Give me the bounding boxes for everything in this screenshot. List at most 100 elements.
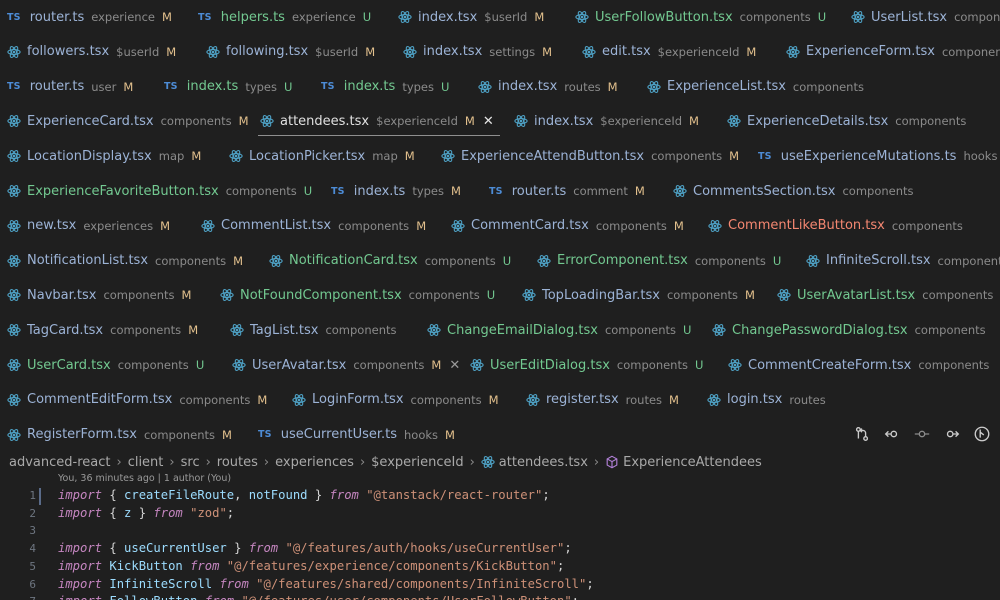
tab-followers-tsx-userid[interactable]: followers.tsx $userId M bbox=[7, 35, 176, 69]
line-number: 6 bbox=[29, 577, 36, 591]
git-status-badge: M bbox=[488, 392, 499, 407]
tab-errorcomponent-tsx-components[interactable]: ErrorComponent.tsx components U bbox=[537, 244, 781, 278]
tab-folder-description: components bbox=[353, 358, 425, 372]
tab-commentcard-tsx-components[interactable]: CommentCard.tsx components M bbox=[451, 209, 684, 243]
code-token-kw: import bbox=[58, 576, 103, 591]
breadcrumb-item-src[interactable]: src bbox=[181, 455, 200, 470]
typescript-file-icon: TS bbox=[331, 185, 345, 197]
tab-locationpicker-tsx-map[interactable]: LocationPicker.tsx map M bbox=[229, 139, 415, 173]
tab-index-tsx-settings[interactable]: index.tsx settings M bbox=[403, 35, 552, 69]
tab-following-tsx-userid[interactable]: following.tsx $userId M bbox=[206, 35, 375, 69]
code-token-id: notFound bbox=[248, 488, 308, 502]
tab-index-ts-types[interactable]: TS index.ts types U bbox=[321, 70, 449, 104]
tab-index-ts-types[interactable]: TS index.ts types M bbox=[331, 174, 461, 208]
tab-navbar-tsx-components[interactable]: Navbar.tsx components M bbox=[7, 278, 191, 312]
tab-experiencelist-tsx-components[interactable]: ExperienceList.tsx components bbox=[647, 70, 864, 104]
breadcrumb-item-experienceattendees[interactable]: ExperienceAttendees bbox=[605, 455, 762, 470]
close-icon[interactable]: ✕ bbox=[449, 358, 460, 373]
code-token-pu bbox=[183, 506, 190, 520]
tab-useexperiencemutations-ts-hooks[interactable]: TS useExperienceMutations.ts hooks bbox=[758, 139, 997, 173]
react-file-icon bbox=[851, 10, 865, 24]
code-token-kw: from bbox=[205, 594, 234, 600]
code-line: import InfiniteScroll from "@/features/s… bbox=[58, 577, 594, 591]
tab-commentlikebutton-tsx-components[interactable]: CommentLikeButton.tsx components bbox=[708, 209, 963, 243]
tab-folder-description: routes bbox=[564, 79, 601, 94]
tab-experiencedetails-tsx-components[interactable]: ExperienceDetails.tsx components bbox=[727, 104, 966, 138]
react-file-icon bbox=[708, 219, 722, 233]
source-control-icon[interactable] bbox=[852, 424, 872, 444]
tab-filename: index.tsx bbox=[418, 9, 478, 25]
tab-index-tsx-routes[interactable]: index.tsx routes M bbox=[478, 70, 618, 104]
react-file-icon bbox=[427, 323, 441, 337]
breadcrumb-item-advanced-react[interactable]: advanced-react bbox=[9, 455, 110, 470]
tab-router-ts-user[interactable]: TS router.ts user M bbox=[7, 70, 133, 104]
go-forward-icon[interactable] bbox=[942, 424, 962, 444]
breadcrumb-item-attendees-tsx[interactable]: attendees.tsx bbox=[481, 455, 588, 470]
tab-usecurrentuser-ts-hooks[interactable]: TS useCurrentUser.ts hooks M bbox=[258, 418, 455, 452]
tab-userfollowbutton-tsx-components[interactable]: UserFollowButton.tsx components U bbox=[575, 0, 826, 34]
code-editor[interactable]: You, 36 minutes ago | 1 author (You) 1 im… bbox=[0, 472, 1000, 600]
tab-loginform-tsx-components[interactable]: LoginForm.tsx components M bbox=[292, 383, 499, 417]
tab-edit-tsx-experienceid[interactable]: edit.tsx $experienceId M bbox=[582, 35, 756, 69]
breadcrumb-item-experienceid[interactable]: $experienceId bbox=[371, 455, 463, 470]
tab-folder-description: components bbox=[103, 288, 175, 303]
tab-new-tsx-experiences[interactable]: new.tsx experiences M bbox=[7, 209, 170, 243]
tab-infinitescroll-tsx-components[interactable]: InfiniteScroll.tsx components bbox=[806, 244, 1000, 278]
tab-changepassworddialog-tsx-components[interactable]: ChangePasswordDialog.tsx components bbox=[712, 313, 986, 347]
close-icon[interactable]: ✕ bbox=[483, 114, 494, 129]
tab-useravatar-tsx-components[interactable]: UserAvatar.tsx components M ✕ bbox=[232, 348, 460, 382]
tab-notificationcard-tsx-components[interactable]: NotificationCard.tsx components U bbox=[269, 244, 511, 278]
tab-experiencefavoritebutton-tsx-components[interactable]: ExperienceFavoriteButton.tsx components U bbox=[7, 174, 312, 208]
tab-filename: useExperienceMutations.ts bbox=[780, 148, 957, 164]
tab-folder-description: components bbox=[842, 184, 914, 198]
tab-registerform-tsx-components[interactable]: RegisterForm.tsx components M bbox=[7, 418, 232, 452]
git-status-badge: M bbox=[123, 79, 134, 94]
tab-changeemaildialog-tsx-components[interactable]: ChangeEmailDialog.tsx components U bbox=[427, 313, 691, 347]
tab-toploadingbar-tsx-components[interactable]: TopLoadingBar.tsx components M bbox=[522, 278, 755, 312]
tab-commentcreateform-tsx-components[interactable]: CommentCreateForm.tsx components bbox=[728, 348, 989, 382]
git-status-badge: M bbox=[534, 10, 545, 24]
breadcrumb-label: src bbox=[180, 454, 200, 470]
tab-folder-description: $experienceId bbox=[657, 44, 740, 59]
react-file-icon bbox=[647, 80, 661, 94]
tab-userlist-tsx-components[interactable]: UserList.tsx components bbox=[851, 0, 1000, 34]
tab-experienceform-tsx-components[interactable]: ExperienceForm.tsx components bbox=[786, 35, 1000, 69]
react-file-icon bbox=[398, 10, 412, 24]
git-graph-icon[interactable] bbox=[972, 424, 992, 444]
tab-filename: CommentLikeButton.tsx bbox=[728, 218, 885, 234]
tab-experienceattendbutton-tsx-components[interactable]: ExperienceAttendButton.tsx components M bbox=[441, 139, 739, 173]
tab-index-ts-types[interactable]: TS index.ts types U bbox=[164, 70, 292, 104]
tab-index-tsx-userid[interactable]: index.tsx $userId M bbox=[398, 0, 544, 34]
tab-notificationlist-tsx-components[interactable]: NotificationList.tsx components M bbox=[7, 244, 243, 278]
git-commit-icon[interactable] bbox=[912, 424, 932, 444]
tab-useravatarlist-tsx-components[interactable]: UserAvatarList.tsx components bbox=[777, 278, 993, 312]
tab-filename: TagCard.tsx bbox=[27, 322, 104, 338]
tab-commenteditform-tsx-components[interactable]: CommentEditForm.tsx components M bbox=[7, 383, 267, 417]
tab-filename: ExperienceForm.tsx bbox=[806, 44, 935, 60]
tab-router-ts-experience[interactable]: TS router.ts experience M bbox=[7, 0, 172, 34]
tab-login-tsx-routes[interactable]: login.tsx routes bbox=[707, 383, 826, 417]
tab-usereditdialog-tsx-components[interactable]: UserEditDialog.tsx components U bbox=[470, 348, 703, 382]
tab-index-tsx-experienceid[interactable]: index.tsx $experienceId M bbox=[514, 104, 699, 138]
tab-filename: router.ts bbox=[29, 79, 85, 95]
tab-usercard-tsx-components[interactable]: UserCard.tsx components U bbox=[7, 348, 204, 382]
breadcrumb-item-routes[interactable]: routes bbox=[217, 455, 258, 470]
breadcrumb-item-client[interactable]: client bbox=[128, 455, 164, 470]
tab-register-tsx-routes[interactable]: register.tsx routes M bbox=[526, 383, 679, 417]
go-back-icon[interactable] bbox=[882, 424, 902, 444]
tab-taglist-tsx-components[interactable]: TagList.tsx components bbox=[230, 313, 397, 347]
typescript-file-icon: TS bbox=[164, 81, 178, 93]
breadcrumb-item-experiences[interactable]: experiences bbox=[275, 455, 354, 470]
tab-locationdisplay-tsx-map[interactable]: LocationDisplay.tsx map M bbox=[7, 139, 201, 173]
tab-experiencecard-tsx-components[interactable]: ExperienceCard.tsx components M bbox=[7, 104, 249, 138]
tab-commentlist-tsx-components[interactable]: CommentList.tsx components M bbox=[201, 209, 426, 243]
tab-tagcard-tsx-components[interactable]: TagCard.tsx components M bbox=[7, 313, 198, 347]
tab-commentssection-tsx-components[interactable]: CommentsSection.tsx components bbox=[673, 174, 914, 208]
code-token-pu: ; bbox=[542, 488, 550, 502]
tab-attendees-tsx-experienceid[interactable]: attendees.tsx $experienceId M ✕ bbox=[258, 104, 500, 138]
tab-router-ts-comment[interactable]: TS router.ts comment M bbox=[489, 174, 645, 208]
tab-helpers-ts-experience[interactable]: TS helpers.ts experience U bbox=[198, 0, 371, 34]
tab-notfoundcomponent-tsx-components[interactable]: NotFoundComponent.tsx components U bbox=[220, 278, 495, 312]
tab-filename: attendees.tsx bbox=[280, 113, 370, 129]
react-file-icon bbox=[575, 10, 589, 24]
